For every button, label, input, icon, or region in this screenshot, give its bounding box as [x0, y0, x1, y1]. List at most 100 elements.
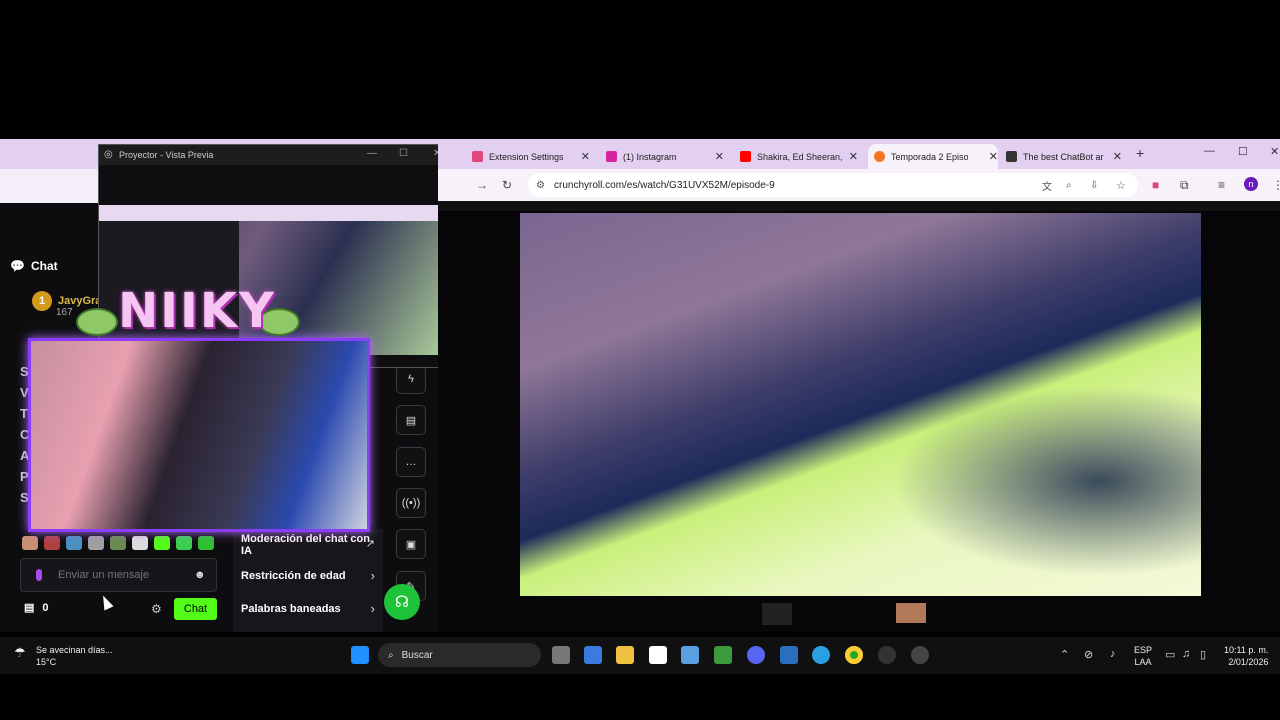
sync-off-icon[interactable]: ⊘	[1084, 648, 1093, 661]
address-url[interactable]: crunchyroll.com/es/watch/G31UVX52M/episo…	[554, 180, 775, 191]
chatbot-icon	[1006, 151, 1017, 162]
input-language[interactable]: ESP LAA	[1134, 644, 1152, 668]
task-view-icon[interactable]	[552, 646, 570, 664]
extensions-puzzle-icon[interactable]: ⧉	[1180, 178, 1189, 193]
close-icon[interactable]: ✕	[715, 150, 724, 163]
support-headset-button[interactable]: ☊	[384, 584, 420, 620]
browser-window: Extension Settings ✕ (1) Instagram ✕ Sha…	[438, 139, 1280, 632]
chevron-right-icon[interactable]: ›	[371, 601, 375, 616]
external-link-icon[interactable]: ↗	[366, 537, 375, 550]
maximize-icon[interactable]: ☐	[1238, 145, 1248, 158]
loading-app-icon[interactable]	[878, 646, 896, 664]
episode-card[interactable]	[896, 603, 926, 623]
chevron-right-icon[interactable]: ›	[371, 568, 375, 583]
microphone-icon[interactable]: ♪	[1110, 648, 1116, 660]
menu-icon[interactable]: ⋮	[1272, 178, 1280, 192]
emote-icon[interactable]	[88, 536, 104, 550]
chat-username[interactable]: JavyGra	[58, 295, 101, 307]
file-explorer-icon[interactable]	[616, 646, 634, 664]
projector-titlebar: ◎ Proyector - Vista Previa — ☐ ✕	[99, 145, 457, 165]
new-tab-icon[interactable]: +	[1136, 145, 1144, 161]
discord-icon[interactable]	[747, 646, 765, 664]
media-control-icon[interactable]: ≡	[1218, 178, 1225, 192]
chat-bubble-icon[interactable]: …	[396, 447, 426, 477]
minecraft-icon[interactable]	[714, 646, 732, 664]
monitor-icon[interactable]: ▭	[1165, 648, 1175, 661]
chat-message-input[interactable]	[56, 568, 190, 582]
ai-moderation-setting[interactable]: Moderación del chat con IA	[241, 533, 371, 557]
tab-instagram[interactable]: (1) Instagram ✕	[606, 144, 724, 169]
streamer-logo: NIIKY	[118, 283, 276, 339]
taskbar-search[interactable]: ⌕ Buscar	[378, 643, 541, 667]
system-clock[interactable]: 10:11 p. m. 2/01/2026	[1224, 644, 1268, 668]
battery-icon[interactable]: ▯	[1200, 648, 1206, 661]
emote-icon[interactable]	[66, 536, 82, 550]
extension-icon[interactable]: ■	[1152, 178, 1159, 192]
close-icon[interactable]: ✕	[989, 150, 998, 163]
episode-card[interactable]	[762, 603, 792, 625]
emote-icon[interactable]	[132, 536, 148, 550]
video-player[interactable]	[520, 213, 1201, 596]
clock-date: 2/01/2026	[1228, 657, 1269, 667]
app-icon[interactable]	[780, 646, 798, 664]
weather-widget[interactable]: ☂ Se avecinan días... 15°C	[14, 644, 113, 668]
broadcast-icon[interactable]: ((•))	[396, 488, 426, 518]
lightning-icon[interactable]: ϟ	[396, 364, 426, 394]
tab-extension-settings[interactable]: Extension Settings ✕	[472, 144, 590, 169]
frog-icon	[76, 308, 118, 336]
close-icon[interactable]: ✕	[1270, 145, 1279, 158]
close-icon[interactable]: ✕	[1113, 150, 1122, 163]
zoom-icon[interactable]: ⌕	[1066, 180, 1072, 191]
emote-icon[interactable]	[110, 536, 126, 550]
emote-icon[interactable]	[44, 536, 60, 550]
chat-settings-gear-icon[interactable]: ⚙	[151, 602, 162, 616]
forward-icon[interactable]: →	[476, 178, 488, 192]
emote-icon[interactable]	[176, 536, 192, 550]
emote-icon[interactable]	[22, 536, 38, 550]
tab-crunchyroll[interactable]: Temporada 2 Episo ✕	[868, 144, 998, 169]
tab-youtube[interactable]: Shakira, Ed Sheeran, ✕	[740, 144, 858, 169]
extension-icon	[472, 151, 483, 162]
bookmark-star-icon[interactable]: ☆	[1116, 179, 1126, 192]
search-icon: ⌕	[388, 649, 394, 661]
telegram-icon[interactable]	[812, 646, 830, 664]
mic-icon[interactable]	[36, 569, 42, 581]
copilot-icon[interactable]	[584, 646, 602, 664]
obs-icon[interactable]	[911, 646, 929, 664]
minimize-icon[interactable]: —	[367, 148, 377, 159]
chat-send-button[interactable]: Chat	[174, 598, 217, 620]
tab-chatbot[interactable]: The best ChatBot ar ✕	[1006, 144, 1122, 169]
site-info-icon[interactable]: ⚙	[536, 180, 545, 191]
notes-icon[interactable]: ▤	[396, 405, 426, 435]
keyboard-layout: LAA	[1134, 657, 1152, 667]
camera-switch-icon[interactable]: ▣	[396, 529, 426, 559]
store-icon[interactable]	[681, 646, 699, 664]
chat-message-box[interactable]: ☻	[20, 558, 217, 592]
maximize-icon[interactable]: ☐	[399, 148, 408, 159]
translate-icon[interactable]: 文	[1042, 178, 1052, 193]
reload-icon[interactable]: ↻	[502, 178, 512, 192]
chat-header: 💬 Chat	[10, 259, 58, 273]
tray-overflow-chevron-icon[interactable]: ⌃	[1060, 648, 1069, 661]
close-icon[interactable]: ✕	[849, 150, 858, 163]
windows-start-icon[interactable]	[351, 646, 369, 664]
tab-label: Shakira, Ed Sheeran,	[757, 151, 843, 162]
age-restriction-setting[interactable]: Restricción de edad	[241, 570, 371, 582]
notepad-icon[interactable]	[649, 646, 667, 664]
chat-bubble-icon: 💬	[10, 259, 25, 273]
banned-words-setting[interactable]: Palabras baneadas	[241, 603, 371, 615]
left-window-addressbar[interactable]	[0, 169, 100, 203]
install-icon[interactable]: ⇩	[1090, 180, 1098, 191]
emote-icon[interactable]	[154, 536, 170, 550]
address-bar[interactable]: ⚙ crunchyroll.com/es/watch/G31UVX52M/epi…	[528, 173, 1138, 197]
volume-icon[interactable]: ♫	[1182, 648, 1190, 660]
chat-points[interactable]: ▤ 0	[24, 601, 49, 615]
emote-icon[interactable]	[198, 536, 214, 550]
points-store-icon[interactable]: ▤	[24, 601, 34, 614]
emoji-icon[interactable]: ☻	[194, 569, 206, 581]
minimize-icon[interactable]: —	[1204, 145, 1215, 157]
chat-title: Chat	[30, 259, 58, 273]
close-icon[interactable]: ✕	[581, 150, 590, 163]
chrome-icon[interactable]	[845, 646, 863, 664]
profile-avatar[interactable]: n	[1244, 177, 1258, 191]
